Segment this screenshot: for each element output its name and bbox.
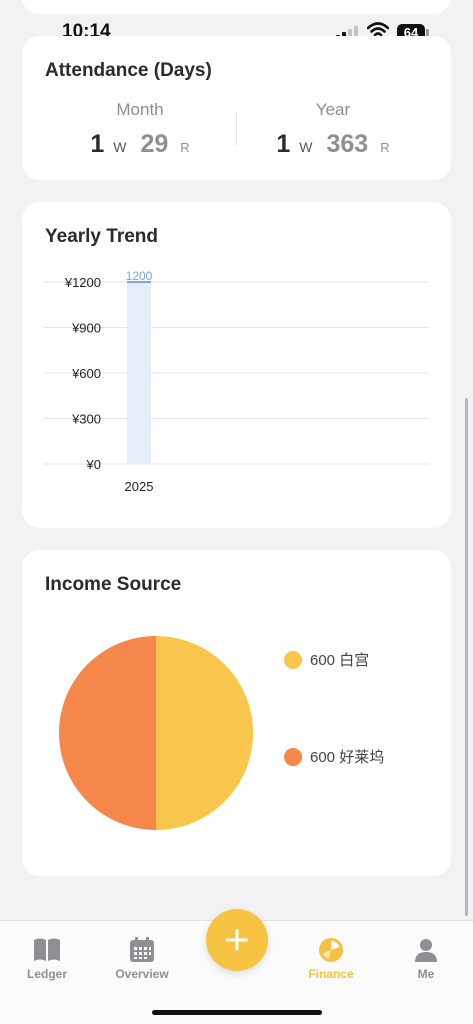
month-label: Month — [116, 100, 164, 119]
scrollbar[interactable] — [465, 398, 468, 916]
legend-label: 600 好莱坞 — [310, 749, 385, 766]
legend-swatch — [284, 747, 302, 766]
previous-card — [22, 0, 451, 14]
attendance-year: Year 1 W 363 R — [238, 100, 428, 159]
year-work-unit: W — [299, 139, 313, 155]
tab-label: Overview — [115, 967, 169, 981]
legend-label: 600 白宫 — [310, 652, 370, 669]
calendar-icon — [130, 937, 154, 962]
pie-chart-icon — [319, 938, 343, 962]
month-work-days: 1 — [90, 130, 105, 158]
attendance-title: Attendance (Days) — [45, 60, 212, 81]
year-rest-unit: R — [380, 140, 390, 155]
bar — [127, 282, 151, 464]
tab-label: Ledger — [26, 967, 67, 981]
plus-icon — [226, 929, 248, 951]
attendance-month: Month 1 W 29 R — [45, 100, 235, 159]
x-tick-label: 2025 — [125, 479, 154, 494]
person-icon — [415, 939, 437, 962]
pie-slice[interactable] — [156, 636, 253, 830]
tab-ledger[interactable]: Ledger — [7, 937, 87, 981]
y-tick-label: ¥1200 — [64, 275, 101, 290]
year-rest-days: 363 — [326, 130, 369, 158]
yearly-trend-chart: ¥0 ¥300 ¥600 ¥900 ¥1200 1200 2025 — [44, 269, 429, 494]
legend-item: 600 白宫 — [284, 649, 369, 670]
month-rest-unit: R — [180, 140, 190, 155]
legend-swatch — [284, 650, 302, 669]
month-rest-days: 29 — [140, 130, 169, 158]
year-work-days: 1 — [276, 130, 291, 158]
tab-finance[interactable]: Finance — [291, 937, 371, 981]
bar-data-label: 1200 — [126, 269, 153, 283]
book-icon — [34, 938, 60, 961]
legend-item: 600 好莱坞 — [284, 746, 384, 767]
income-pie-chart — [59, 636, 253, 830]
tab-label: Finance — [308, 967, 354, 981]
tab-label: Me — [417, 967, 435, 981]
y-tick-label: ¥0 — [86, 457, 101, 472]
income-source-card: Income Source 600 白宫 600 好莱坞 — [22, 550, 451, 876]
income-source-title: Income Source — [45, 574, 182, 595]
pie-slice[interactable] — [59, 636, 156, 830]
tab-me[interactable]: Me — [386, 937, 466, 981]
attendance-card: Attendance (Days) Month 1 W 29 R Year 1 … — [22, 36, 451, 180]
add-record-button[interactable] — [206, 909, 268, 971]
y-tick-label: ¥600 — [71, 366, 101, 381]
y-tick-label: ¥300 — [71, 412, 101, 427]
attendance-divider — [236, 112, 237, 146]
year-label: Year — [315, 100, 351, 119]
yearly-trend-card: Yearly Trend ¥0 ¥300 ¥600 ¥900 ¥1200 1200 2025 — [22, 202, 451, 528]
tab-overview[interactable]: Overview — [102, 937, 182, 981]
month-work-unit: W — [113, 139, 127, 155]
home-indicator — [152, 1010, 322, 1015]
y-tick-label: ¥900 — [71, 321, 101, 336]
